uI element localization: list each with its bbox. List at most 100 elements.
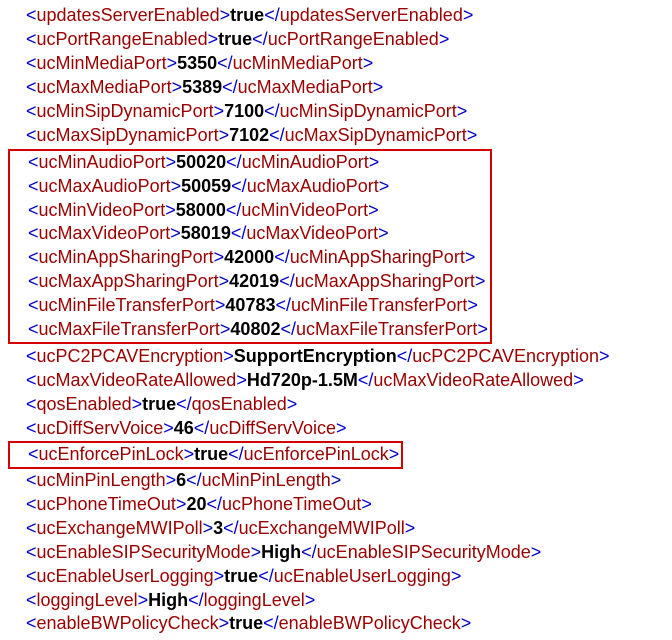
xml-close-tag: ucMinSipDynamicPort [280,101,457,121]
xml-value: 7102 [229,125,269,145]
xml-value: 58019 [181,223,231,243]
xml-value: 40783 [225,295,275,315]
xml-open-tag: ucEnableUserLogging [37,566,214,586]
xml-open-tag: ucMaxSipDynamicPort [37,125,219,145]
xml-close-tag: ucExchangeMWIPoll [239,518,405,538]
xml-line: <ucMaxMediaPort>5389</ucMaxMediaPort> [8,76,664,100]
xml-value: SupportEncryption [234,346,397,366]
xml-open-tag: ucMinSipDynamicPort [37,101,214,121]
xml-close-tag: ucPortRangeEnabled [268,29,439,49]
xml-open-tag: loggingLevel [37,590,138,610]
xml-line: <ucDiffServVoice>46</ucDiffServVoice> [8,417,664,441]
xml-close-tag: ucMaxSipDynamicPort [285,125,467,145]
xml-value: 5350 [177,53,217,73]
xml-value: 46 [174,418,194,438]
highlight-box-ports: <ucMinAudioPort>50020</ucMinAudioPort><u… [8,149,492,345]
xml-line: <ucMaxSipDynamicPort>7102</ucMaxSipDynam… [8,124,664,148]
xml-line: <ucMaxFileTransferPort>40802</ucMaxFileT… [10,318,488,342]
xml-close-tag: ucPhoneTimeOut [222,494,361,514]
xml-value: 5389 [182,77,222,97]
xml-close-tag: ucMaxMediaPort [238,77,373,97]
xml-open-tag: ucMaxMediaPort [37,77,172,97]
xml-open-tag: ucMaxAppSharingPort [39,271,219,291]
xml-open-tag: ucMinFileTransferPort [39,295,215,315]
xml-open-tag: ucMinAppSharingPort [39,247,214,267]
xml-close-tag: ucEnforcePinLock [244,444,389,464]
xml-open-tag: ucEnableSIPSecurityMode [37,542,251,562]
xml-close-tag: ucMaxVideoRateAllowed [373,370,573,390]
xml-open-tag: ucMinAudioPort [39,152,166,172]
xml-open-tag: ucDiffServVoice [37,418,164,438]
xml-value: true [218,29,252,49]
xml-line: <qosEnabled>true</qosEnabled> [8,393,664,417]
xml-open-tag: ucExchangeMWIPoll [37,518,203,538]
xml-line: <ucMinSipDynamicPort>7100</ucMinSipDynam… [8,100,664,124]
xml-line: <ucMinAudioPort>50020</ucMinAudioPort> [10,151,488,175]
xml-value: 40802 [230,319,280,339]
xml-open-tag: ucMinMediaPort [37,53,167,73]
xml-line: <ucMinFileTransferPort>40783</ucMinFileT… [10,294,488,318]
xml-close-tag: ucPC2PCAVEncryption [412,346,599,366]
xml-line: <ucEnableUserLogging>true</ucEnableUserL… [8,565,664,589]
xml-close-tag: ucMaxVideoPort [246,223,378,243]
xml-line: <ucMinPinLength>6</ucMinPinLength> [8,469,664,493]
xml-close-tag: ucMinFileTransferPort [291,295,467,315]
xml-open-tag: updatesServerEnabled [37,5,220,25]
xml-close-tag: ucMinMediaPort [233,53,363,73]
xml-value: Hd720p-1.5M [247,370,358,390]
xml-line: <ucExchangeMWIPoll>3</ucExchangeMWIPoll> [8,517,664,541]
xml-value: 6 [176,470,186,490]
xml-close-tag: qosEnabled [192,394,287,414]
xml-line: <ucMaxAppSharingPort>42019</ucMaxAppShar… [10,270,488,294]
xml-value: 3 [213,518,223,538]
xml-close-tag: ucMinAudioPort [242,152,369,172]
xml-line: <ucMaxVideoRateAllowed>Hd720p-1.5M</ucMa… [8,369,664,393]
xml-open-tag: ucMaxFileTransferPort [39,319,220,339]
xml-line: <ucEnforcePinLock>true</ucEnforcePinLock… [10,443,399,467]
xml-line: <ucMaxAudioPort>50059</ucMaxAudioPort> [10,175,488,199]
xml-line: <ucPortRangeEnabled>true</ucPortRangeEna… [8,28,664,52]
xml-open-tag: ucMaxAudioPort [39,176,171,196]
xml-close-tag: enableBWPolicyCheck [279,613,461,633]
xml-content: <updatesServerEnabled>true</updatesServe… [8,4,664,636]
xml-value: 7100 [224,101,264,121]
xml-line: <ucMinAppSharingPort>42000</ucMinAppShar… [10,246,488,270]
highlight-box-pinlock: <ucEnforcePinLock>true</ucEnforcePinLock… [8,441,403,469]
xml-close-tag: ucMinVideoPort [241,200,368,220]
xml-open-tag: enableBWPolicyCheck [37,613,219,633]
xml-value: true [224,566,258,586]
xml-value: true [194,444,228,464]
xml-open-tag: ucPortRangeEnabled [37,29,208,49]
xml-open-tag: ucMinVideoPort [39,200,166,220]
xml-close-tag: updatesServerEnabled [280,5,463,25]
xml-value: true [142,394,176,414]
xml-value: true [230,5,264,25]
xml-close-tag: ucMaxAppSharingPort [295,271,475,291]
xml-value: true [229,613,263,633]
xml-close-tag: ucMinPinLength [202,470,331,490]
xml-close-tag: ucEnableSIPSecurityMode [317,542,531,562]
xml-value: 50020 [176,152,226,172]
xml-line: <ucPC2PCAVEncryption>SupportEncryption</… [8,345,664,369]
xml-line: <ucMinVideoPort>58000</ucMinVideoPort> [10,199,488,223]
xml-line: <ucPhoneTimeOut>20</ucPhoneTimeOut> [8,493,664,517]
xml-close-tag: ucMaxFileTransferPort [296,319,477,339]
xml-close-tag: ucEnableUserLogging [274,566,451,586]
xml-line: <updatesServerEnabled>true</updatesServe… [8,4,664,28]
xml-value: High [261,542,301,562]
xml-open-tag: ucMaxVideoRateAllowed [37,370,237,390]
xml-open-tag: ucMinPinLength [37,470,166,490]
xml-open-tag: ucEnforcePinLock [39,444,184,464]
xml-value: 20 [186,494,206,514]
xml-value: High [148,590,188,610]
xml-close-tag: ucMaxAudioPort [247,176,379,196]
xml-value: 50059 [181,176,231,196]
xml-line: <enableBWPolicyCheck>true</enableBWPolic… [8,612,664,636]
xml-line: <ucEnableSIPSecurityMode>High</ucEnableS… [8,541,664,565]
xml-value: 42000 [224,247,274,267]
xml-value: 42019 [229,271,279,291]
xml-line: <ucMaxVideoPort>58019</ucMaxVideoPort> [10,222,488,246]
xml-line: <loggingLevel>High</loggingLevel> [8,589,664,613]
xml-open-tag: ucMaxVideoPort [39,223,171,243]
xml-close-tag: ucDiffServVoice [209,418,336,438]
